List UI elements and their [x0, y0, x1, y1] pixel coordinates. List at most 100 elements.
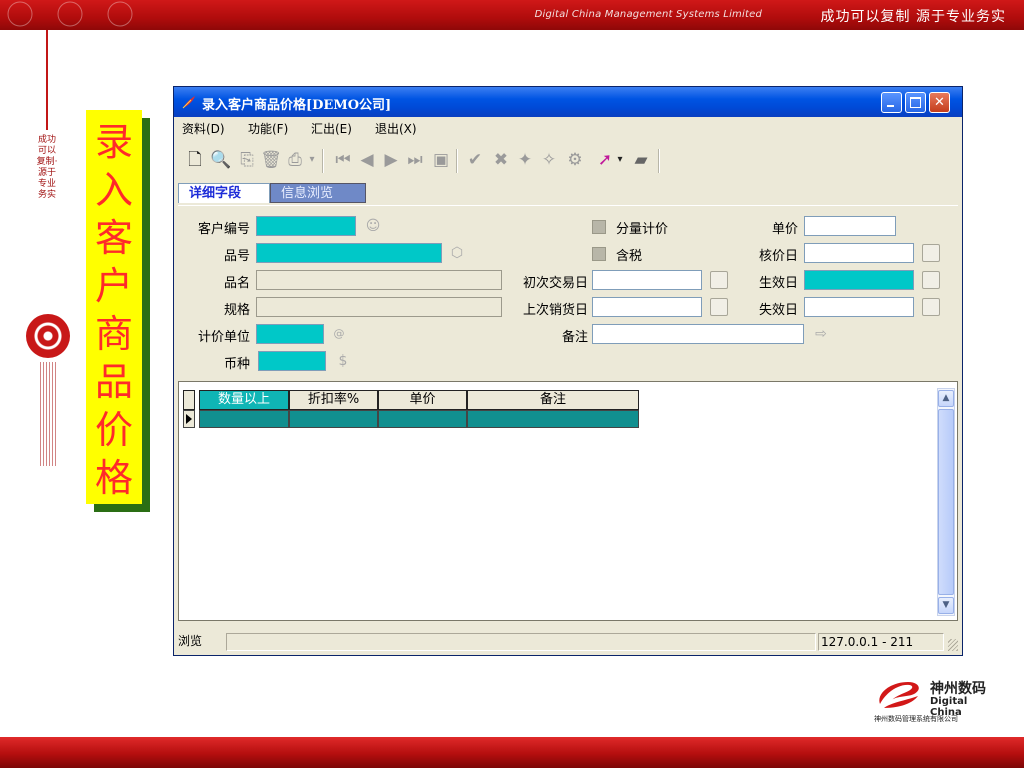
- price-unit-label: 计价单位: [197, 330, 250, 345]
- effective-date-picker[interactable]: [922, 271, 940, 289]
- expire-date-label: 失效日: [758, 303, 798, 318]
- print-dropdown-icon[interactable]: ▾: [306, 149, 318, 171]
- approve-date-input[interactable]: [804, 243, 914, 263]
- grid-cell-remark[interactable]: [467, 410, 639, 428]
- vertical-scrollbar[interactable]: ▲ ▼: [937, 388, 955, 616]
- grid-cell-unit-price[interactable]: [378, 410, 467, 428]
- toolbar-separator: [658, 149, 660, 173]
- next-record-icon[interactable]: ▶: [380, 149, 402, 171]
- last-sale-date-picker[interactable]: [710, 298, 728, 316]
- menu-exit[interactable]: 退出(X): [375, 120, 417, 137]
- toolbar-separator: [456, 149, 458, 173]
- digital-china-logo-icon: [879, 682, 919, 708]
- effective-date-label: 生效日: [758, 276, 798, 291]
- first-record-icon[interactable]: ⏮: [332, 149, 354, 171]
- print-icon[interactable]: ⎙: [284, 149, 306, 171]
- status-mode: 浏览: [178, 634, 203, 648]
- slide-footer-bar: [0, 737, 1024, 768]
- col-header-qty-above[interactable]: 数量以上: [199, 390, 289, 410]
- header-tagline-cn: 成功可以复制 源于专业务实: [820, 9, 1006, 25]
- query-icon[interactable]: ▣: [430, 149, 452, 171]
- remark-label: 备注: [561, 330, 588, 345]
- approve-date-picker[interactable]: [922, 244, 940, 262]
- qty-pricing-label: 分量计价: [616, 222, 669, 237]
- unit-price-label: 单价: [771, 222, 798, 237]
- col-header-remark[interactable]: 备注: [467, 390, 639, 410]
- status-server: 127.0.0.1 - 211: [818, 633, 944, 651]
- side-deco-text: 成功可以复制·源于专业务实: [36, 135, 58, 200]
- cancel-icon[interactable]: ✖: [490, 149, 512, 171]
- preview-icon[interactable]: 🔍: [210, 149, 232, 171]
- maximize-button[interactable]: [905, 92, 926, 113]
- chart-dropdown-icon[interactable]: ▾: [614, 149, 626, 171]
- prev-record-icon[interactable]: ◀: [356, 149, 378, 171]
- logo-name-cn: 神州数码: [930, 681, 986, 697]
- customer-no-input[interactable]: [256, 216, 356, 236]
- minimize-button[interactable]: [881, 92, 902, 113]
- remark-edit-icon[interactable]: ⇨: [812, 325, 830, 343]
- menu-function[interactable]: 功能(F): [248, 120, 288, 137]
- scroll-thumb[interactable]: [938, 409, 954, 595]
- disc-icon: [26, 314, 70, 358]
- approve-icon[interactable]: ✦: [514, 149, 536, 171]
- item-lookup-icon[interactable]: ⬡: [448, 244, 466, 262]
- scroll-down-icon[interactable]: ▼: [938, 597, 954, 614]
- tax-included-checkbox[interactable]: [592, 247, 606, 261]
- slide-header-bar: Digital China Management Systems Limited…: [0, 0, 1024, 30]
- folder-icon[interactable]: ▰: [630, 149, 652, 171]
- row-indicator-icon: [183, 410, 195, 428]
- menu-bar: 资料(D) 功能(F) 汇出(E) 退出(X): [174, 117, 962, 137]
- customer-lookup-icon[interactable]: ☺: [364, 217, 382, 235]
- first-trade-date-picker[interactable]: [710, 271, 728, 289]
- chart-arrow-icon[interactable]: ➚: [594, 149, 616, 171]
- new-doc-icon[interactable]: 🗋: [184, 149, 206, 171]
- slide-title: 录入客户商品价格: [94, 120, 133, 500]
- menu-data[interactable]: 资料(D): [182, 120, 225, 137]
- tools-icon[interactable]: ⚙: [564, 149, 586, 171]
- close-button[interactable]: ✕: [929, 92, 950, 113]
- unapprove-icon[interactable]: ✧: [538, 149, 560, 171]
- app-feather-icon: [182, 96, 195, 109]
- effective-date-input[interactable]: [804, 270, 914, 290]
- window-title: 录入客户商品价格[DEMO公司]: [202, 98, 392, 113]
- logo-company: 神州数码管理系统有限公司: [874, 715, 958, 723]
- confirm-icon[interactable]: ✔: [464, 149, 486, 171]
- first-trade-date-input[interactable]: [592, 270, 702, 290]
- window-titlebar[interactable]: 录入客户商品价格[DEMO公司] ✕: [174, 87, 962, 117]
- col-header-unit-price[interactable]: 单价: [378, 390, 467, 410]
- price-unit-input[interactable]: [256, 324, 324, 344]
- approve-date-label: 核价日: [758, 249, 798, 264]
- grid-cell-discount-rate[interactable]: [289, 410, 378, 428]
- status-message-pane: [226, 633, 816, 651]
- unit-lookup-icon[interactable]: @: [330, 325, 348, 343]
- currency-lookup-icon[interactable]: $: [334, 352, 352, 370]
- qty-pricing-checkbox[interactable]: [592, 220, 606, 234]
- resize-grip-icon[interactable]: [948, 639, 958, 651]
- col-header-discount-rate[interactable]: 折扣率%: [289, 390, 378, 410]
- menu-export[interactable]: 汇出(E): [311, 120, 352, 137]
- expire-date-picker[interactable]: [922, 298, 940, 316]
- expire-date-input[interactable]: [804, 297, 914, 317]
- currency-label: 币种: [223, 357, 250, 372]
- customer-no-label: 客户编号: [197, 222, 250, 237]
- last-record-icon[interactable]: ⏭: [404, 149, 426, 171]
- last-sale-date-input[interactable]: [592, 297, 702, 317]
- unit-price-input[interactable]: [804, 216, 896, 236]
- company-logo: 神州数码 Digital China 神州数码管理系统有限公司: [874, 674, 1002, 732]
- currency-input[interactable]: [258, 351, 326, 371]
- item-no-label: 品号: [223, 249, 250, 264]
- scroll-up-icon[interactable]: ▲: [938, 390, 954, 407]
- tab-info-browse[interactable]: 信息浏览: [270, 183, 366, 203]
- remark-input[interactable]: [592, 324, 804, 344]
- tax-included-label: 含税: [616, 249, 643, 264]
- grid-cell-qty-above[interactable]: [199, 410, 289, 428]
- grid-corner: [183, 390, 195, 410]
- left-red-line: [46, 30, 48, 130]
- item-name-label: 品名: [223, 276, 250, 291]
- first-trade-date-label: 初次交易日: [522, 276, 588, 291]
- copy-icon[interactable]: ⎘: [236, 149, 258, 171]
- delete-icon[interactable]: 🗑: [260, 149, 282, 171]
- tab-detail-fields[interactable]: 详细字段: [178, 183, 270, 203]
- header-tagline-en: Digital China Management Systems Limited: [534, 9, 762, 20]
- item-no-input[interactable]: [256, 243, 442, 263]
